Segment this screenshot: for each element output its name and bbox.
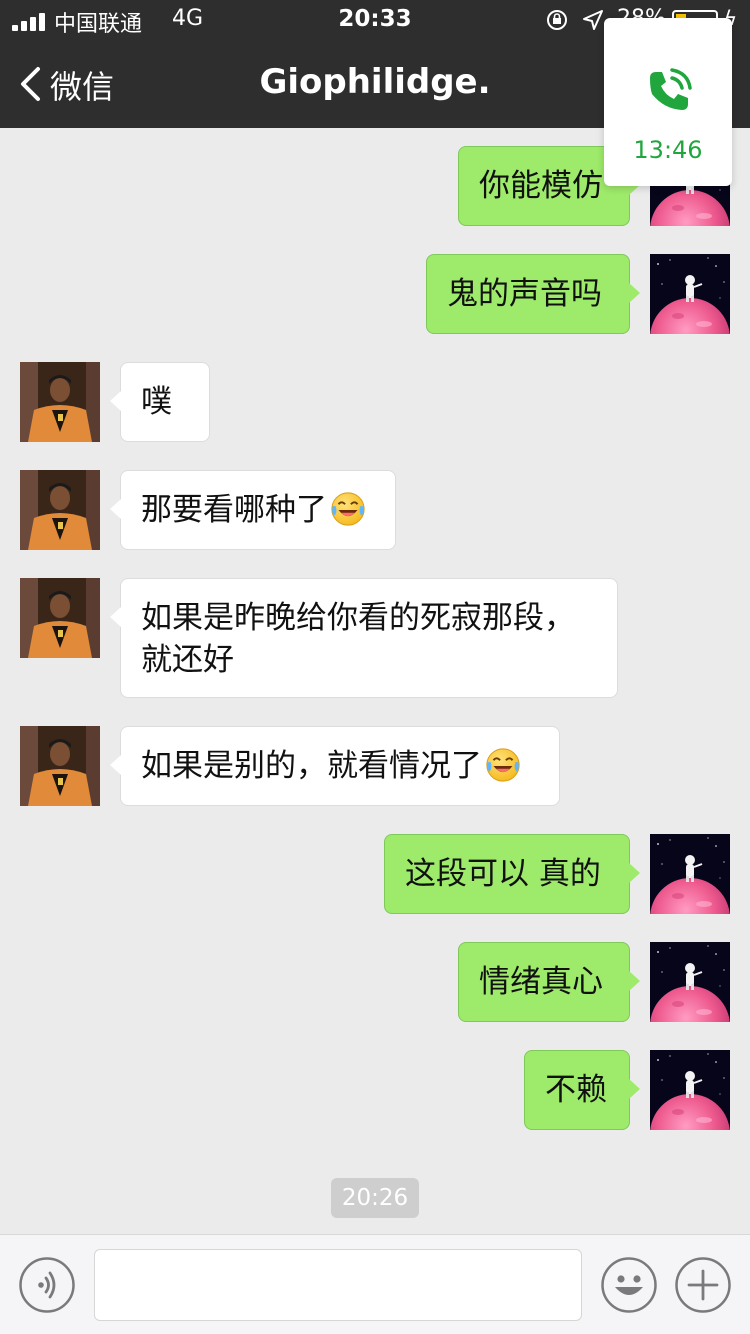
message-text-line: 如果是昨晚给你看的死寂那段， [141,600,575,636]
message-bubble-sent[interactable]: 这段可以 真的 [384,834,640,914]
voice-icon[interactable] [19,1257,75,1313]
message-text: 不赖 [545,1072,607,1108]
message-text: 那要看哪种了 [141,492,327,528]
message-input[interactable] [94,1249,582,1321]
phone-icon [650,68,692,110]
my-avatar[interactable] [650,1050,730,1130]
message-bubble-received[interactable]: 那要看哪种了 [110,470,396,550]
rotation-lock-icon [547,10,567,30]
laughing-crying-emoji-icon [329,490,367,528]
message-bubble-received[interactable]: 如果是别的，就看情况了 [110,726,560,806]
input-bar [0,1234,750,1334]
smiley-icon[interactable] [601,1257,657,1313]
message-text: 噗 [141,384,172,420]
message-bubble-sent[interactable]: 鬼的声音吗 [426,254,640,334]
my-avatar[interactable] [650,254,730,334]
message-text: 你能模仿 [479,168,603,204]
message-text: 这段可以 真的 [405,856,601,892]
contact-avatar[interactable] [20,362,100,442]
location-icon [583,10,603,30]
contact-avatar[interactable] [20,578,100,658]
message-text: 如果是别的，就看情况了 [141,748,482,784]
call-duration: 13:46 [633,136,703,164]
my-avatar[interactable] [650,942,730,1022]
message-bubble-received[interactable]: 噗 [110,362,210,442]
message-bubble-sent[interactable]: 情绪真心 [458,942,640,1022]
laughing-crying-emoji-icon [484,746,522,784]
message-bubble-sent[interactable]: 不赖 [524,1050,640,1130]
ongoing-call-panel[interactable]: 13:46 [604,18,732,186]
contact-avatar[interactable] [20,470,100,550]
plus-icon[interactable] [675,1257,731,1313]
message-text-line: 就还好 [141,642,234,678]
message-text: 鬼的声音吗 [447,276,602,312]
message-text: 情绪真心 [479,964,603,1000]
my-avatar[interactable] [650,834,730,914]
chat-timestamp: 20:26 [331,1178,419,1218]
contact-avatar[interactable] [20,726,100,806]
message-bubble-received[interactable]: 如果是昨晚给你看的死寂那段， 就还好 [110,578,618,698]
